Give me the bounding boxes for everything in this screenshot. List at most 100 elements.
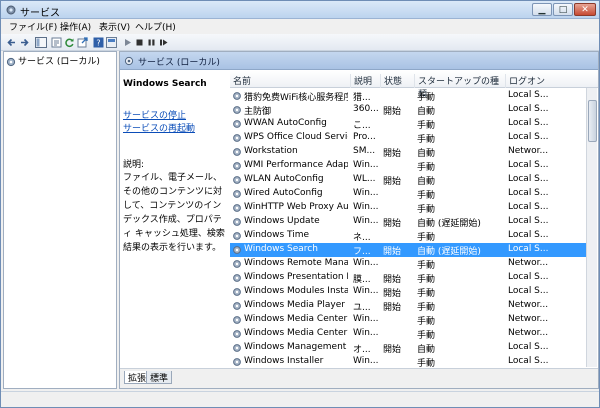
service-logon: Local S... — [508, 118, 549, 128]
close-button[interactable]: ✕ — [574, 3, 596, 16]
service-logon: Networ... — [508, 314, 549, 324]
table-row[interactable]: Windows Media Player Ne... ユ... 開始 手動 Networ… — [230, 299, 586, 313]
table-row[interactable]: WLAN AutoConfig WL... 開始 自動 Local S... — [230, 173, 586, 187]
window-title: サービス — [20, 8, 60, 19]
description-label: 説明: — [123, 160, 145, 170]
selected-service-name: Windows Search — [123, 79, 207, 89]
menu-view[interactable]: 表示(V) — [99, 20, 130, 33]
table-row[interactable]: Windows Time ネ... 手動 Local S... — [230, 229, 586, 243]
service-description: Win... — [353, 286, 379, 296]
forward-arrow-icon[interactable] — [19, 37, 30, 48]
service-startup-type: 手動 — [417, 317, 436, 327]
service-logon: Networ... — [508, 300, 549, 310]
service-gear-icon — [233, 162, 241, 170]
service-state: 開始 — [383, 247, 402, 257]
help-icon[interactable]: ? — [93, 37, 104, 48]
service-logon: Local S... — [508, 132, 549, 142]
services-list: 名前 説明 状態 スタートアップの種類 ログオン 猎豹免费WiFi核心服务程序猎… — [230, 71, 598, 367]
service-startup-type: 自動 — [417, 107, 436, 117]
service-description: ユ... — [353, 303, 371, 313]
service-logon: Networ... — [508, 146, 549, 156]
svg-text:?: ? — [96, 39, 100, 48]
menu-help[interactable]: ヘルプ(H) — [135, 20, 176, 33]
column-header-logon[interactable]: ログオン — [505, 74, 575, 88]
service-gear-icon — [233, 302, 241, 310]
vertical-scrollbar[interactable] — [586, 88, 597, 367]
table-row[interactable]: 猎豹免费WiFi核心服务程序 猎... 手動 Local S... — [230, 89, 586, 103]
table-row[interactable]: Windows Search フ... 開始 自動 (遅延開始) Local S... — [230, 243, 586, 257]
pause-icon[interactable] — [146, 37, 157, 48]
service-logon: Local S... — [508, 174, 549, 184]
table-row[interactable]: WinHTTP Web Proxy Auto... Win... 手動 Local S… — [230, 201, 586, 215]
table-row[interactable]: Windows Management In... オ... 開始 自動 Local S.… — [230, 341, 586, 355]
service-name: Windows Presentation Fo... — [244, 272, 348, 282]
table-row[interactable]: Windows Update Win... 開始 自動 (遅延開始) Local S..… — [230, 215, 586, 229]
service-gear-icon — [233, 134, 241, 142]
service-name: WPS Office Cloud Service — [244, 132, 348, 142]
console-icon[interactable] — [106, 37, 117, 48]
service-description: ネ... — [353, 233, 371, 243]
column-header-startup-type[interactable]: スタートアップの種類 — [414, 74, 505, 100]
service-gear-icon — [233, 246, 241, 254]
column-header-state[interactable]: 状態 — [380, 74, 414, 88]
services-window: サービス ▁ □ ✕ ファイル(F) 操作(A) 表示(V) ヘルプ(H) ? … — [0, 0, 600, 408]
maximize-button[interactable]: □ — [553, 3, 573, 16]
service-logon: Networ... — [508, 258, 549, 268]
menu-file[interactable]: ファイル(F) — [9, 20, 57, 33]
table-row[interactable]: Windows Installer Win... 手動 Local S... — [230, 355, 586, 367]
service-gear-icon — [233, 148, 241, 156]
service-startup-type: 手動 — [417, 135, 436, 145]
service-gear-icon — [233, 176, 241, 184]
scrollbar-thumb[interactable] — [588, 100, 597, 142]
close-icon: ✕ — [581, 5, 589, 15]
service-logon: Local S... — [508, 104, 549, 114]
table-row[interactable]: Windows Modules Installer Win... 開始 手動 Local… — [230, 285, 586, 299]
restart-icon[interactable] — [158, 37, 169, 48]
stop-service-link[interactable]: サービスの停止 — [123, 108, 186, 121]
list-header: 名前 説明 状態 スタートアップの種類 ログオン — [230, 71, 598, 100]
properties-icon[interactable] — [51, 37, 62, 48]
console-tree-icon[interactable] — [35, 37, 47, 48]
back-arrow-icon[interactable] — [6, 37, 17, 48]
service-name: Windows Search — [244, 244, 318, 254]
service-logon: Local S... — [508, 272, 549, 282]
table-row[interactable]: 主防御 360... 開始 自動 Local S... — [230, 103, 586, 117]
table-row[interactable]: WWAN AutoConfig こ... 手動 Local S... — [230, 117, 586, 131]
refresh-icon[interactable] — [64, 37, 75, 48]
table-row[interactable]: WMI Performance Adapter Win... 手動 Local S..… — [230, 159, 586, 173]
table-row[interactable]: Workstation SM... 開始 自動 Networ... — [230, 145, 586, 159]
table-row[interactable]: Wired AutoConfig Win... 手動 Local S... — [230, 187, 586, 201]
pane-header-title: サービス (ローカル) — [138, 58, 220, 68]
service-startup-type: 手動 — [417, 303, 436, 313]
service-gear-icon — [233, 120, 241, 128]
column-header-name[interactable]: 名前 — [230, 74, 350, 88]
service-logon: Local S... — [508, 244, 549, 254]
service-gear-icon — [233, 288, 241, 296]
minimize-button[interactable]: ▁ — [532, 3, 552, 16]
service-gear-icon — [233, 344, 241, 352]
service-state: 開始 — [383, 345, 402, 355]
table-row[interactable]: Windows Presentation Fo... 膜... 開始 手動 Local … — [230, 271, 586, 285]
restart-service-link[interactable]: サービスの再起動 — [123, 121, 195, 134]
play-icon[interactable] — [122, 37, 133, 48]
services-icon — [124, 56, 134, 66]
export-icon[interactable] — [77, 37, 88, 48]
tree-item-services-local[interactable]: サービス (ローカル) — [6, 54, 100, 67]
table-row[interactable]: WPS Office Cloud Service Pro... 手動 Local S.… — [230, 131, 586, 145]
minimize-icon: ▁ — [538, 5, 546, 15]
service-name: Wired AutoConfig — [244, 188, 323, 198]
service-startup-type: 自動 — [417, 345, 436, 355]
menu-action[interactable]: 操作(A) — [60, 20, 91, 33]
service-name: Windows Modules Installer — [244, 286, 348, 296]
column-header-description[interactable]: 説明 — [350, 74, 380, 88]
service-description: こ... — [353, 121, 371, 131]
stop-icon[interactable] — [134, 37, 145, 48]
service-startup-type: 手動 — [417, 93, 436, 103]
service-logon: Local S... — [508, 356, 549, 366]
table-row[interactable]: Windows Remote Manage... Win... 手動 Networ..… — [230, 257, 586, 271]
service-name: Windows Management In... — [244, 342, 348, 352]
table-row[interactable]: Windows Media Center S... Win... 手動 Networ.… — [230, 313, 586, 327]
tab-standard[interactable]: 標準 — [146, 371, 173, 384]
service-state: 開始 — [383, 289, 402, 299]
table-row[interactable]: Windows Media Center R... Win... 手動 Networ.… — [230, 327, 586, 341]
